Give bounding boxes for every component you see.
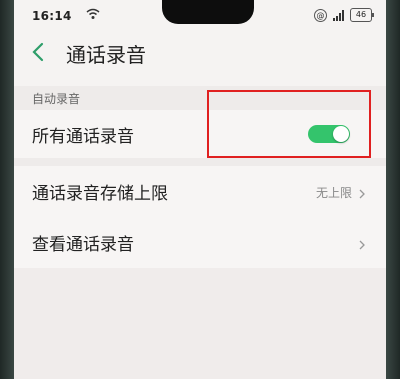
chevron-right-icon: [358, 236, 366, 250]
wifi-icon: [86, 8, 100, 23]
row-view-recordings[interactable]: 查看通话录音: [14, 216, 386, 268]
phone-bezel-right: [386, 0, 400, 379]
section-label: 自动录音: [32, 92, 81, 106]
back-arrow-icon[interactable]: [28, 38, 52, 66]
row-label: 通话录音存储上限: [32, 184, 168, 204]
title-bar: 通话录音: [14, 30, 386, 74]
sync-icon: @: [314, 8, 327, 22]
status-time: 16:14: [32, 9, 72, 23]
storage-limit-value: 无上限: [315, 186, 352, 200]
divider: [14, 158, 386, 166]
status-icons: @ 46: [314, 8, 374, 22]
phone-screen: 16:14 @ 46 通话录音 自动录音 所有通话录音 通话录音存储上限 无上限…: [14, 0, 386, 379]
page-title: 通话录音: [66, 43, 146, 67]
row-label: 查看通话录音: [32, 235, 134, 255]
empty-area: [14, 268, 386, 379]
row-label: 所有通话录音: [32, 127, 134, 147]
phone-bezel-left: [0, 0, 14, 379]
signal-icon: [333, 9, 344, 21]
chevron-right-icon: [358, 185, 366, 199]
battery-icon: 46: [350, 8, 374, 22]
camera-notch: [162, 0, 254, 24]
highlight-annotation-box: [207, 90, 371, 158]
row-storage-limit[interactable]: 通话录音存储上限 无上限: [14, 166, 386, 216]
